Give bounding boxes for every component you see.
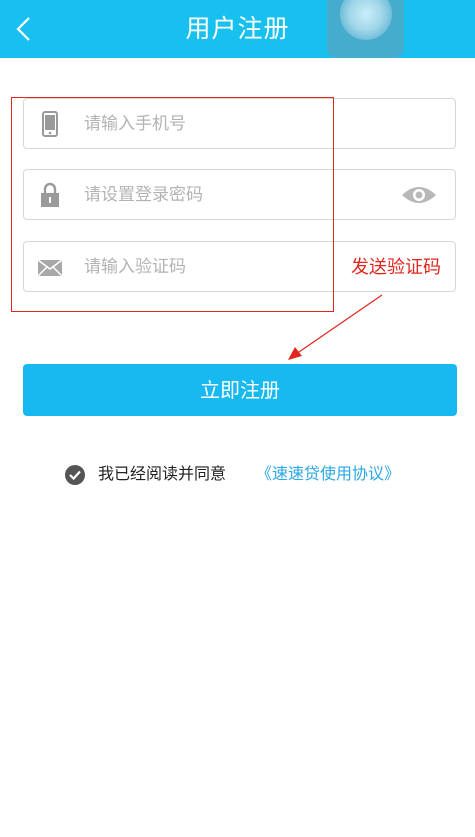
send-code-button[interactable]: 发送验证码	[351, 242, 441, 293]
register-button[interactable]: 立即注册	[23, 364, 457, 416]
annotation-highlight-box	[11, 97, 334, 312]
check-circle-icon[interactable]	[65, 465, 85, 485]
header-bar: 用户注册	[0, 0, 475, 58]
eye-icon[interactable]	[401, 185, 437, 205]
annotation-arrow-icon	[288, 294, 383, 360]
agreement-text: 我已经阅读并同意	[98, 464, 227, 483]
agreement-link[interactable]: 《速速贷使用协议》	[256, 462, 400, 486]
floating-assistant-ball[interactable]	[327, 0, 404, 58]
floating-ball-icon	[340, 0, 392, 40]
